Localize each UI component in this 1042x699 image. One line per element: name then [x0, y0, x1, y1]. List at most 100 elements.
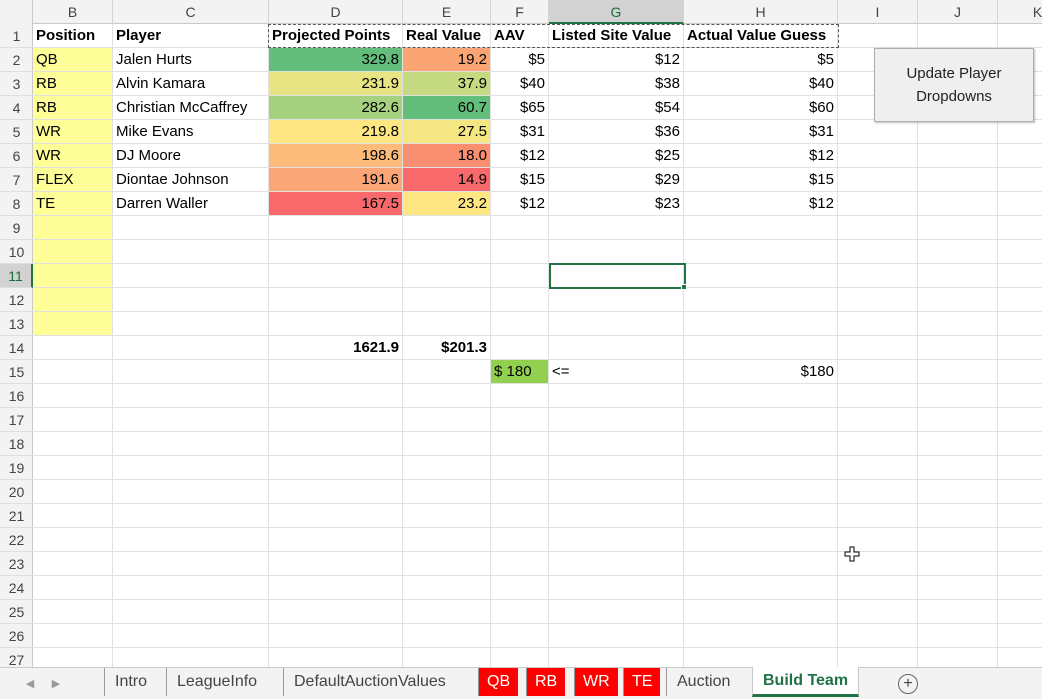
- cell[interactable]: [269, 552, 403, 576]
- cell[interactable]: [491, 528, 549, 552]
- player-name-cell[interactable]: Alvin Kamara: [113, 72, 269, 96]
- scroll-tabs-left-icon[interactable]: ◀: [20, 674, 40, 694]
- row-header-24[interactable]: 24: [0, 576, 33, 600]
- cell[interactable]: [998, 648, 1042, 667]
- cell[interactable]: [491, 600, 549, 624]
- cell[interactable]: [684, 432, 838, 456]
- cell[interactable]: [491, 336, 549, 360]
- column-header-f[interactable]: F: [491, 0, 549, 24]
- real-cell[interactable]: 18.0: [403, 144, 491, 168]
- cell[interactable]: [549, 288, 684, 312]
- cell[interactable]: [403, 552, 491, 576]
- real-cell[interactable]: 14.9: [403, 168, 491, 192]
- cell[interactable]: [33, 456, 113, 480]
- listed-cell[interactable]: $29: [549, 168, 684, 192]
- column-header-b[interactable]: B: [33, 0, 113, 24]
- cell[interactable]: [998, 456, 1042, 480]
- real-cell[interactable]: 37.9: [403, 72, 491, 96]
- row-header-26[interactable]: 26: [0, 624, 33, 648]
- row-header-22[interactable]: 22: [0, 528, 33, 552]
- cell[interactable]: [998, 480, 1042, 504]
- cell[interactable]: [403, 432, 491, 456]
- cell[interactable]: [549, 552, 684, 576]
- aav-cell[interactable]: $12: [491, 192, 549, 216]
- cell[interactable]: [684, 552, 838, 576]
- cell[interactable]: [918, 648, 998, 667]
- cell[interactable]: [403, 384, 491, 408]
- tab-auction[interactable]: Auction: [666, 668, 740, 696]
- position-cell[interactable]: TE: [33, 192, 113, 216]
- cell[interactable]: [269, 312, 403, 336]
- cell[interactable]: [269, 408, 403, 432]
- cell[interactable]: [403, 504, 491, 528]
- scroll-tabs-right-icon[interactable]: ▶: [46, 674, 66, 694]
- cell[interactable]: [918, 384, 998, 408]
- cell[interactable]: [113, 576, 269, 600]
- cell[interactable]: [549, 456, 684, 480]
- cell[interactable]: [269, 240, 403, 264]
- cell[interactable]: [838, 408, 918, 432]
- tab-qb[interactable]: QB: [478, 668, 519, 696]
- row-header-17[interactable]: 17: [0, 408, 33, 432]
- cell[interactable]: [403, 408, 491, 432]
- cell[interactable]: [33, 360, 113, 384]
- proj-cell[interactable]: 167.5: [269, 192, 403, 216]
- cell[interactable]: [491, 240, 549, 264]
- cell[interactable]: [998, 288, 1042, 312]
- cell[interactable]: [269, 480, 403, 504]
- player-name-cell[interactable]: Mike Evans: [113, 120, 269, 144]
- guess-cell[interactable]: $5: [684, 48, 838, 72]
- cell[interactable]: [918, 624, 998, 648]
- proj-cell[interactable]: 191.6: [269, 168, 403, 192]
- cell[interactable]: [491, 504, 549, 528]
- cell[interactable]: [918, 144, 998, 168]
- cell[interactable]: [684, 264, 838, 288]
- cell[interactable]: [998, 432, 1042, 456]
- cell[interactable]: [549, 576, 684, 600]
- cell[interactable]: [549, 312, 684, 336]
- column-header-k[interactable]: K: [998, 0, 1042, 24]
- column-header-i[interactable]: I: [838, 0, 918, 24]
- cell[interactable]: [838, 648, 918, 667]
- cell[interactable]: [549, 432, 684, 456]
- cell[interactable]: [549, 504, 684, 528]
- cell[interactable]: [998, 192, 1042, 216]
- cell[interactable]: [838, 192, 918, 216]
- cell[interactable]: [269, 648, 403, 667]
- row-header-16[interactable]: 16: [0, 384, 33, 408]
- cell[interactable]: [998, 600, 1042, 624]
- cell[interactable]: [684, 600, 838, 624]
- cell[interactable]: [113, 648, 269, 667]
- row-header-3[interactable]: 3: [0, 72, 33, 96]
- header-listed-site-value[interactable]: Listed Site Value: [549, 24, 684, 48]
- proj-cell[interactable]: 198.6: [269, 144, 403, 168]
- listed-cell[interactable]: $25: [549, 144, 684, 168]
- row-header-13[interactable]: 13: [0, 312, 33, 336]
- aav-cell[interactable]: $31: [491, 120, 549, 144]
- add-sheet-icon[interactable]: +: [898, 674, 918, 694]
- cell[interactable]: [549, 384, 684, 408]
- cell[interactable]: [998, 144, 1042, 168]
- cell[interactable]: [998, 216, 1042, 240]
- row-header-11[interactable]: 11: [0, 264, 33, 288]
- cell[interactable]: [998, 336, 1042, 360]
- cell[interactable]: [918, 216, 998, 240]
- budget-operator-cell[interactable]: <=: [549, 360, 684, 384]
- header-projected-points[interactable]: Projected Points: [269, 24, 403, 48]
- cell[interactable]: [918, 456, 998, 480]
- cell[interactable]: [549, 528, 684, 552]
- cell[interactable]: [113, 552, 269, 576]
- cell[interactable]: [113, 360, 269, 384]
- cell[interactable]: [838, 288, 918, 312]
- cell[interactable]: [838, 504, 918, 528]
- row-header-25[interactable]: 25: [0, 600, 33, 624]
- cell[interactable]: [918, 24, 998, 48]
- cell[interactable]: [918, 576, 998, 600]
- cell[interactable]: [491, 480, 549, 504]
- cell[interactable]: [998, 264, 1042, 288]
- cell[interactable]: [269, 288, 403, 312]
- guess-cell[interactable]: $12: [684, 144, 838, 168]
- cell[interactable]: [998, 168, 1042, 192]
- cell[interactable]: [838, 432, 918, 456]
- column-header-h[interactable]: H: [684, 0, 838, 24]
